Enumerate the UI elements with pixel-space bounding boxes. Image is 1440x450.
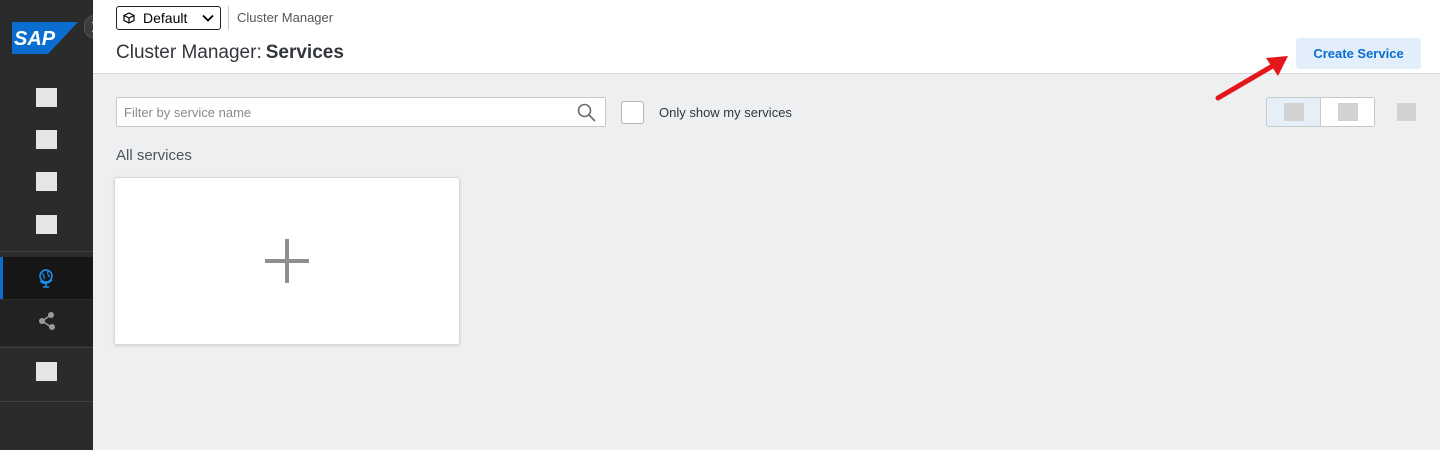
chevron-down-icon [202,14,214,22]
namespace-select[interactable]: Default [116,6,221,30]
sidebar-divider [0,251,93,252]
view-toggle-option-1[interactable] [1267,98,1321,126]
service-filter [116,97,606,127]
sidebar-item-1[interactable] [0,76,93,118]
sidebar-item-connections[interactable] [0,300,93,342]
page-title: Cluster Manager: Services [116,42,344,64]
sap-logo[interactable]: SAP [12,22,78,54]
share-nodes-icon [38,312,55,330]
sidebar-item-2[interactable] [0,118,93,160]
sidebar-item-cluster-manager[interactable] [0,257,93,299]
svg-text:SAP: SAP [14,28,56,50]
placeholder-icon [36,129,57,149]
placeholder-icon [1283,103,1304,121]
filter-input[interactable] [117,98,557,126]
namespace-select-value: Default [143,10,188,26]
sidebar: SAP [0,0,106,450]
sidebar-item-4[interactable] [0,203,93,245]
breadcrumb[interactable]: Cluster Manager [237,10,333,25]
breadcrumb-separator [228,6,229,30]
view-toggle-option-2[interactable] [1321,98,1374,126]
search-icon[interactable] [577,103,596,122]
only-mine-checkbox[interactable] [621,101,644,124]
sidebar-divider [0,347,93,348]
plus-icon [265,239,309,283]
view-toggle [1266,97,1375,127]
section-title: All services [116,147,192,164]
sidebar-item-3[interactable] [0,160,93,202]
cube-icon [123,12,135,24]
create-service-button[interactable]: Create Service [1296,38,1421,69]
page-title-main: Services [265,42,344,63]
sidebar-item-5[interactable] [0,350,93,392]
placeholder-icon [36,361,57,381]
settings-placeholder-icon[interactable] [1397,103,1416,121]
placeholder-icon [36,87,57,107]
sidebar-divider [0,401,93,402]
add-service-card[interactable] [114,177,460,345]
only-mine-label[interactable]: Only show my services [659,105,792,120]
placeholder-icon [36,214,57,234]
page-title-prefix: Cluster Manager: [116,42,262,63]
globe-icon [38,269,53,288]
placeholder-icon [36,171,57,191]
placeholder-icon [1337,103,1358,121]
